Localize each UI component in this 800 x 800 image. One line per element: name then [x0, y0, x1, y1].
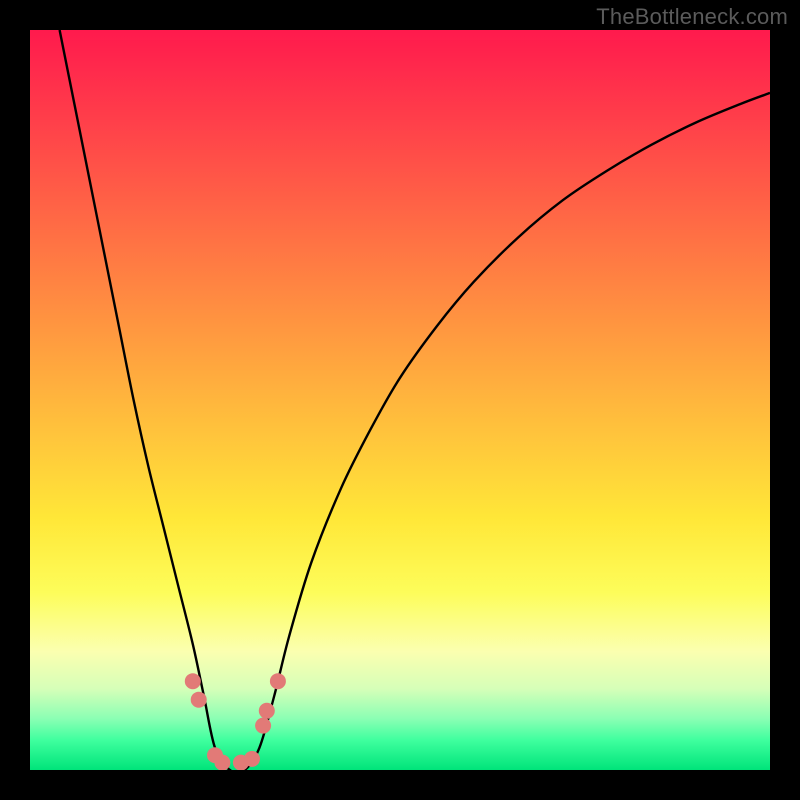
- curve-marker: [270, 673, 286, 689]
- watermark-text: TheBottleneck.com: [596, 4, 788, 30]
- curve-marker: [185, 673, 201, 689]
- curve-marker: [259, 703, 275, 719]
- curve-markers: [185, 673, 286, 770]
- curve-marker: [255, 718, 271, 734]
- curve-marker: [244, 751, 260, 767]
- chart-plot-area: [30, 30, 770, 770]
- curve-marker: [214, 755, 230, 770]
- curve-line: [60, 30, 770, 770]
- curve-marker: [191, 692, 207, 708]
- bottleneck-curve: [30, 30, 770, 770]
